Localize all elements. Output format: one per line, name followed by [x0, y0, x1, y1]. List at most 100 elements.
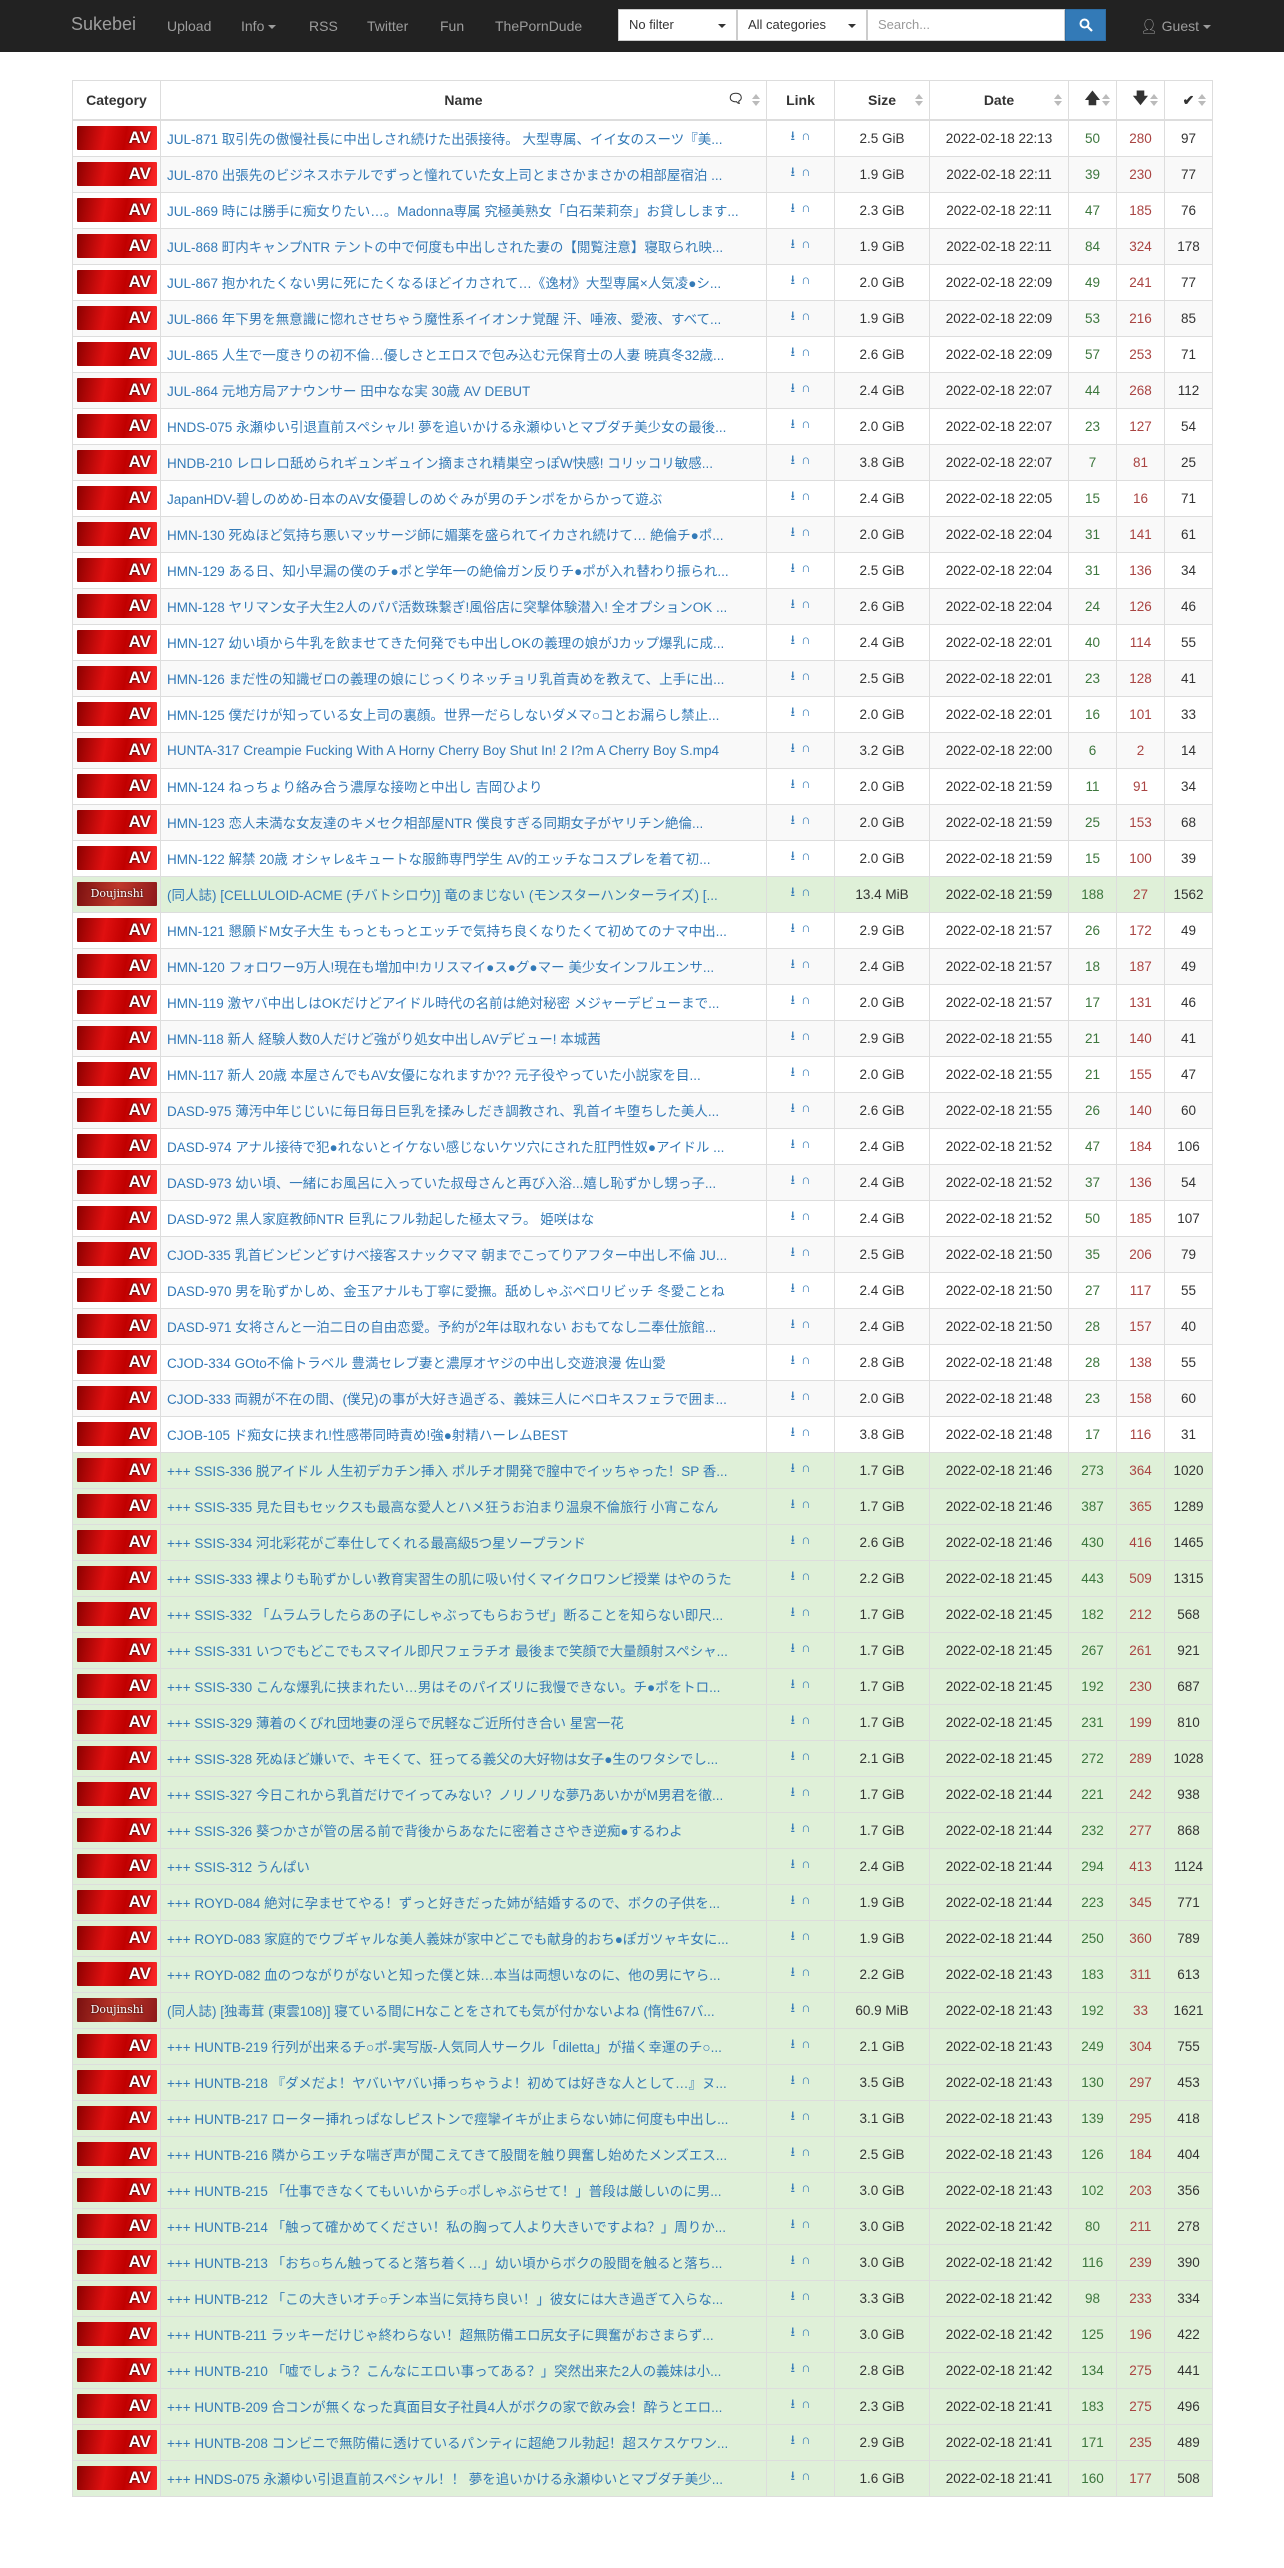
download-icon[interactable]: ⭳︎: [791, 1532, 796, 1547]
download-icon[interactable]: ⭳︎: [791, 1352, 796, 1367]
download-icon[interactable]: ⭳︎: [791, 1172, 796, 1187]
download-icon[interactable]: ⭳︎: [791, 488, 796, 503]
magnet-icon[interactable]: ∩: [801, 2360, 810, 2375]
download-icon[interactable]: ⭳︎: [791, 740, 796, 755]
brand-logo[interactable]: Sukebei: [71, 14, 136, 35]
category-cell[interactable]: Doujinshi: [72, 1991, 161, 2029]
magnet-icon[interactable]: ∩: [801, 2180, 810, 2195]
download-icon[interactable]: ⭳︎: [791, 200, 796, 215]
magnet-icon[interactable]: ∩: [801, 1352, 810, 1367]
category-cell[interactable]: AV: [72, 659, 161, 697]
magnet-icon[interactable]: ∩: [801, 1892, 810, 1907]
torrent-title-link[interactable]: CJOD-335 乳首ビンビンどすけべ接客スナックママ 朝までこってりアフター中…: [167, 1248, 727, 1263]
torrent-title-link[interactable]: HMN-128 ヤリマン女子大生2人のパパ活数珠繋ぎ!風俗店に突撃体験潜入! 全…: [167, 600, 727, 615]
category-cell[interactable]: AV: [72, 407, 161, 445]
download-icon[interactable]: ⭳︎: [791, 1244, 796, 1259]
category-cell[interactable]: AV: [72, 767, 161, 805]
magnet-icon[interactable]: ∩: [801, 1748, 810, 1763]
magnet-icon[interactable]: ∩: [801, 2072, 810, 2087]
torrent-title-link[interactable]: +++ SSIS-332 「ムラムラしたらあの子にしゃぶってもらおうぜ」断ること…: [167, 1608, 723, 1623]
category-cell[interactable]: AV: [72, 191, 161, 229]
torrent-title-link[interactable]: +++ SSIS-335 見た目もセックスも最高な愛人とハメ狂うお泊まり温泉不倫…: [167, 1500, 718, 1515]
category-select[interactable]: All categories: [737, 9, 867, 41]
category-cell[interactable]: AV: [72, 839, 161, 877]
magnet-icon[interactable]: ∩: [801, 884, 810, 899]
torrent-title-link[interactable]: +++ HUNTB-217 ローター挿れっぱなしピストンで痙攣イキが止まらない姉…: [167, 2112, 728, 2127]
torrent-title-link[interactable]: +++ HUNTB-209 合コンが無くなった真面目女子社員4人がボクの家で飲み…: [167, 2400, 722, 2415]
magnet-icon[interactable]: ∩: [801, 1100, 810, 1115]
category-cell[interactable]: AV: [72, 2063, 161, 2101]
download-icon[interactable]: ⭳︎: [791, 2036, 796, 2051]
filter-select[interactable]: No filter: [618, 9, 737, 41]
download-icon[interactable]: ⭳︎: [791, 2432, 796, 2447]
col-seeders[interactable]: 🡅︎: [1068, 80, 1117, 121]
magnet-icon[interactable]: ∩: [801, 128, 810, 143]
magnet-icon[interactable]: ∩: [801, 1568, 810, 1583]
torrent-title-link[interactable]: JUL-868 町内キャンプNTR テントの中で何度も中出しされた妻の【閲覧注意…: [167, 240, 723, 255]
magnet-icon[interactable]: ∩: [801, 2216, 810, 2231]
category-cell[interactable]: AV: [72, 335, 161, 373]
magnet-icon[interactable]: ∩: [801, 1424, 810, 1439]
torrent-title-link[interactable]: +++ SSIS-326 葵つかさが管の居る前で背後からあなたに密着ささやき逆痴…: [167, 1824, 683, 1839]
torrent-title-link[interactable]: HMN-129 ある日、知小早漏の僕のチ●ポと学年一の絶倫ガン反りチ●ポが入れ替…: [167, 564, 729, 579]
magnet-icon[interactable]: ∩: [801, 1316, 810, 1331]
magnet-icon[interactable]: ∩: [801, 488, 810, 503]
category-cell[interactable]: AV: [72, 551, 161, 589]
category-cell[interactable]: AV: [72, 299, 161, 337]
category-cell[interactable]: AV: [72, 1667, 161, 1705]
torrent-title-link[interactable]: DASD-971 女将さんと一泊二日の自由恋愛。予約が2年は取れない おもてなし…: [167, 1320, 716, 1335]
torrent-title-link[interactable]: HMN-125 僕だけが知っている女上司の裏顔。世界一だらしないダメマ○コとお漏…: [167, 708, 719, 723]
download-icon[interactable]: ⭳︎: [791, 524, 796, 539]
torrent-title-link[interactable]: HMN-119 激ヤバ中出しはOKだけどアイドル時代の名前は絶対秘密 メジャーデ…: [167, 996, 719, 1011]
download-icon[interactable]: ⭳︎: [791, 848, 796, 863]
download-icon[interactable]: ⭳︎: [791, 2108, 796, 2123]
download-icon[interactable]: ⭳︎: [791, 632, 796, 647]
torrent-title-link[interactable]: JUL-865 人生で一度きりの初不倫…優しさとエロスで包み込む元保育士の人妻 …: [167, 348, 724, 363]
torrent-title-link[interactable]: +++ SSIS-327 今日これから乳首だけでイってみない？ノリノリな夢乃あい…: [167, 1788, 723, 1803]
magnet-icon[interactable]: ∩: [801, 2432, 810, 2447]
category-cell[interactable]: AV: [72, 1955, 161, 1993]
magnet-icon[interactable]: ∩: [801, 596, 810, 611]
category-cell[interactable]: AV: [72, 803, 161, 841]
download-icon[interactable]: ⭳︎: [791, 1424, 796, 1439]
torrent-title-link[interactable]: +++ HUNTB-215 「仕事できなくてもいいからチ○ポしゃぶらせて！」普段…: [167, 2184, 721, 2199]
magnet-icon[interactable]: ∩: [801, 1640, 810, 1655]
col-date[interactable]: Date: [929, 80, 1069, 121]
download-icon[interactable]: ⭳︎: [791, 1892, 796, 1907]
category-cell[interactable]: AV: [72, 1271, 161, 1309]
magnet-icon[interactable]: ∩: [801, 524, 810, 539]
magnet-icon[interactable]: ∩: [801, 452, 810, 467]
download-icon[interactable]: ⭳︎: [791, 596, 796, 611]
col-size[interactable]: Size: [834, 80, 930, 121]
magnet-icon[interactable]: ∩: [801, 1604, 810, 1619]
category-cell[interactable]: AV: [72, 479, 161, 517]
torrent-title-link[interactable]: HNDS-075 永瀬ゆい引退直前スペシャル! 夢を追いかける永瀬ゆいとマブダチ…: [167, 420, 726, 435]
download-icon[interactable]: ⭳︎: [791, 380, 796, 395]
category-cell[interactable]: AV: [72, 155, 161, 193]
download-icon[interactable]: ⭳︎: [791, 1388, 796, 1403]
category-cell[interactable]: AV: [72, 1379, 161, 1417]
magnet-icon[interactable]: ∩: [801, 1712, 810, 1727]
magnet-icon[interactable]: ∩: [801, 1820, 810, 1835]
magnet-icon[interactable]: ∩: [801, 1172, 810, 1187]
magnet-icon[interactable]: ∩: [801, 2000, 810, 2015]
category-cell[interactable]: AV: [72, 515, 161, 553]
download-icon[interactable]: ⭳︎: [791, 2360, 796, 2375]
col-leechers[interactable]: 🡇︎: [1116, 80, 1165, 121]
category-cell[interactable]: AV: [72, 2423, 161, 2461]
category-cell[interactable]: AV: [72, 1739, 161, 1777]
torrent-title-link[interactable]: DASD-970 男を恥ずかしめ、金玉アナルも丁寧に愛撫。舐めしゃぶベロリビッチ…: [167, 1284, 725, 1299]
category-cell[interactable]: AV: [72, 1091, 161, 1129]
guest-menu[interactable]: 👤︎ Guest: [1140, 18, 1212, 35]
category-cell[interactable]: AV: [72, 1019, 161, 1057]
torrent-title-link[interactable]: JUL-866 年下男を無意識に惚れさせちゃう魔性系イイオンナ覚醒 汗、唾液、愛…: [167, 312, 721, 327]
category-cell[interactable]: AV: [72, 1235, 161, 1273]
download-icon[interactable]: ⭳︎: [791, 2468, 796, 2483]
download-icon[interactable]: ⭳︎: [791, 668, 796, 683]
magnet-icon[interactable]: ∩: [801, 1676, 810, 1691]
torrent-title-link[interactable]: JUL-870 出張先のビジネスホテルでずっと憧れていた女上司とまさかまさかの相…: [167, 168, 722, 183]
category-cell[interactable]: AV: [72, 1847, 161, 1885]
download-icon[interactable]: ⭳︎: [791, 1496, 796, 1511]
category-cell[interactable]: AV: [72, 1163, 161, 1201]
category-cell[interactable]: AV: [72, 2243, 161, 2281]
